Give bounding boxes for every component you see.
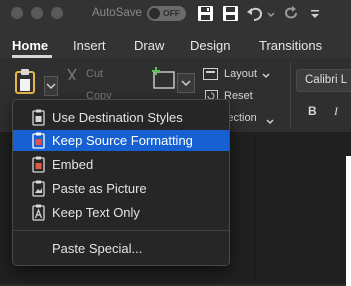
menu-item-label: Paste as Picture	[52, 181, 147, 196]
toggle-knob	[149, 8, 160, 19]
tab-home[interactable]: Home	[12, 38, 48, 53]
new-slide-chevron-icon[interactable]	[177, 73, 195, 98]
menu-item-paste-as-picture[interactable]: Paste as Picture	[13, 178, 229, 199]
clipboard-embed-icon	[32, 156, 45, 178]
paste-options-chevron-icon[interactable]	[44, 76, 58, 101]
menu-item-keep-source-formatting[interactable]: Keep Source Formatting	[13, 130, 229, 151]
paste-options-menu: Use Destination Styles Keep Source Forma…	[12, 99, 230, 266]
slide-page[interactable]	[346, 156, 351, 286]
close-window-button[interactable]	[11, 7, 23, 19]
autosave-toggle[interactable]: OFF	[147, 6, 186, 21]
layout-button[interactable]: Layout	[224, 68, 257, 80]
menu-item-embed[interactable]: Embed	[13, 154, 229, 175]
more-icon[interactable]	[310, 5, 320, 27]
ribbon-divider	[290, 62, 291, 128]
clipboard-source-icon	[32, 132, 45, 154]
title-bar: AutoSave OFF	[0, 0, 351, 28]
menu-item-label: Keep Source Formatting	[52, 133, 193, 148]
pane-divider	[255, 134, 256, 284]
tab-transitions[interactable]: Transitions	[259, 38, 322, 53]
menu-item-paste-special[interactable]: Paste Special...	[13, 238, 229, 259]
clipboard-text-icon	[32, 204, 45, 226]
menu-item-label: Paste Special...	[52, 241, 143, 256]
tab-insert[interactable]: Insert	[73, 38, 106, 53]
bold-button[interactable]: B	[308, 104, 317, 118]
autosave-state: OFF	[163, 8, 180, 18]
ribbon-tabs: Home Insert Draw Design Transitions	[0, 28, 351, 58]
undo-icon[interactable]	[246, 5, 266, 27]
menu-item-label: Embed	[52, 157, 94, 172]
italic-button[interactable]: I	[334, 104, 338, 119]
new-slide-icon[interactable]	[150, 66, 176, 97]
font-name-field[interactable]: Calibri L	[296, 69, 351, 92]
chevron-down-icon	[266, 114, 274, 132]
save-as-icon[interactable]	[197, 5, 214, 27]
menu-separator	[13, 230, 229, 231]
menu-item-use-destination-styles[interactable]: Use Destination Styles	[13, 107, 229, 128]
autosave-label: AutoSave	[92, 7, 142, 19]
clipboard-destination-icon	[32, 109, 45, 131]
font-name-value: Calibri L	[305, 74, 348, 86]
chevron-down-icon	[262, 68, 270, 86]
menu-item-keep-text-only[interactable]: Keep Text Only	[13, 202, 229, 223]
zoom-window-button[interactable]	[51, 7, 63, 19]
menu-item-label: Keep Text Only	[52, 205, 140, 220]
clipboard-picture-icon	[32, 180, 45, 202]
tab-draw[interactable]: Draw	[134, 38, 164, 53]
cut-button[interactable]: Cut	[86, 68, 103, 80]
redo-icon[interactable]	[282, 5, 300, 27]
chevron-down-icon[interactable]	[267, 5, 275, 27]
layout-icon	[203, 67, 218, 85]
cut-icon	[66, 68, 78, 87]
minimize-window-button[interactable]	[31, 7, 43, 19]
menu-item-label: Use Destination Styles	[52, 110, 183, 125]
paste-button[interactable]	[14, 68, 36, 99]
tab-design[interactable]: Design	[190, 38, 230, 53]
save-icon[interactable]	[222, 5, 239, 27]
